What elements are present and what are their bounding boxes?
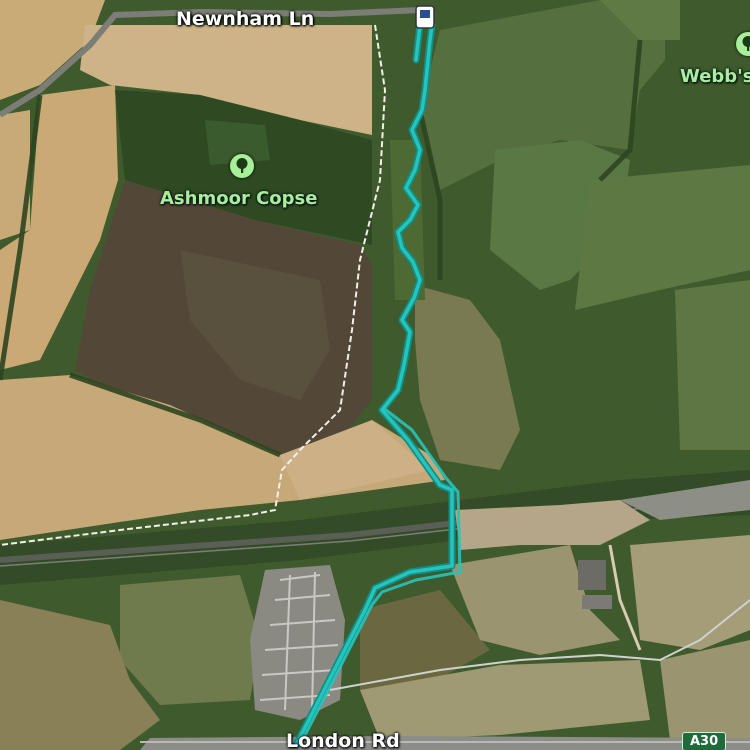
tree-icon[interactable] bbox=[736, 32, 750, 56]
road-label-newnham-ln: Newnham Ln bbox=[176, 8, 315, 30]
route-line-outline bbox=[292, 11, 456, 749]
poi-label-webbs[interactable]: Webb's bbox=[680, 66, 750, 87]
poi-label-ashmoor-copse[interactable]: Ashmoor Copse bbox=[160, 188, 317, 209]
start-marker[interactable] bbox=[415, 5, 435, 29]
route-line bbox=[294, 13, 454, 747]
road-shield-a30: A30 bbox=[682, 732, 727, 750]
map-view[interactable]: Newnham Ln London Rd A30 Ashmoor Copse W… bbox=[0, 0, 750, 750]
route-overlay bbox=[292, 5, 462, 749]
road-label-london-rd: London Rd bbox=[286, 730, 400, 750]
tree-icon[interactable] bbox=[230, 154, 254, 178]
